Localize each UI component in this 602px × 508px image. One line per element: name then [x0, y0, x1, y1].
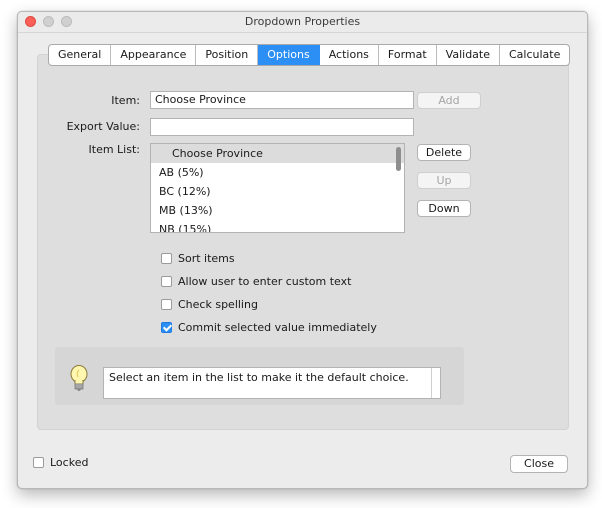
checkbox-label: Commit selected value immediately — [178, 321, 377, 334]
up-button[interactable]: Up — [417, 172, 471, 189]
checkbox-label: Sort items — [178, 252, 235, 265]
dropdown-properties-window: Dropdown Properties Item: Choose Provinc… — [17, 11, 588, 489]
allow-custom-text-checkbox[interactable]: Allow user to enter custom text — [161, 275, 351, 288]
list-scrollbar[interactable] — [396, 147, 401, 171]
delete-button[interactable]: Delete — [417, 144, 471, 161]
tab-bar: General Appearance Position Options Acti… — [48, 44, 571, 66]
list-item[interactable]: MB (13%) — [151, 201, 404, 220]
options-panel: Item: Choose Province Add Export Value: … — [37, 54, 569, 430]
checkbox-label: Check spelling — [178, 298, 258, 311]
list-item[interactable]: NB (15%) — [151, 220, 404, 232]
tab-format[interactable]: Format — [379, 45, 437, 65]
lightbulb-icon — [69, 365, 89, 393]
window-title: Dropdown Properties — [244, 15, 361, 28]
checkbox-box[interactable] — [33, 457, 44, 468]
down-button[interactable]: Down — [417, 200, 471, 217]
tab-calculate[interactable]: Calculate — [500, 45, 569, 65]
checkbox-box[interactable] — [161, 276, 172, 287]
tab-options[interactable]: Options — [258, 45, 320, 65]
hint-area: Select an item in the list to make it th… — [55, 347, 464, 405]
title-bar: Dropdown Properties — [18, 12, 587, 33]
add-button[interactable]: Add — [417, 92, 481, 109]
item-label: Item: — [111, 94, 140, 107]
hint-text: Select an item in the list to make it th… — [103, 367, 441, 399]
item-list[interactable]: Choose Province AB (5%) BC (12%) MB (13%… — [150, 143, 405, 233]
tab-appearance[interactable]: Appearance — [111, 45, 197, 65]
hint-message: Select an item in the list to make it th… — [109, 371, 409, 384]
tab-position[interactable]: Position — [196, 45, 259, 65]
locked-label: Locked — [50, 456, 89, 469]
locked-checkbox[interactable]: Locked — [33, 456, 88, 469]
hint-divider — [431, 368, 432, 398]
item-input[interactable]: Choose Province — [150, 91, 414, 109]
tab-actions[interactable]: Actions — [320, 45, 379, 65]
list-item[interactable]: AB (5%) — [151, 163, 404, 182]
checkbox-box[interactable] — [161, 253, 172, 264]
checkbox-box[interactable] — [161, 299, 172, 310]
checkbox-box[interactable] — [161, 322, 172, 333]
list-item[interactable]: BC (12%) — [151, 182, 404, 201]
tab-validate[interactable]: Validate — [437, 45, 500, 65]
check-spelling-checkbox[interactable]: Check spelling — [161, 298, 258, 311]
commit-immediately-checkbox[interactable]: Commit selected value immediately — [161, 321, 377, 334]
item-list-label: Item List: — [88, 143, 140, 156]
export-value-input[interactable] — [150, 118, 414, 136]
export-value-label: Export Value: — [66, 120, 140, 133]
sort-items-checkbox[interactable]: Sort items — [161, 252, 235, 265]
list-item[interactable]: Choose Province — [151, 144, 404, 163]
close-button[interactable]: Close — [510, 455, 568, 473]
checkbox-label: Allow user to enter custom text — [178, 275, 352, 288]
tab-general[interactable]: General — [49, 45, 112, 65]
